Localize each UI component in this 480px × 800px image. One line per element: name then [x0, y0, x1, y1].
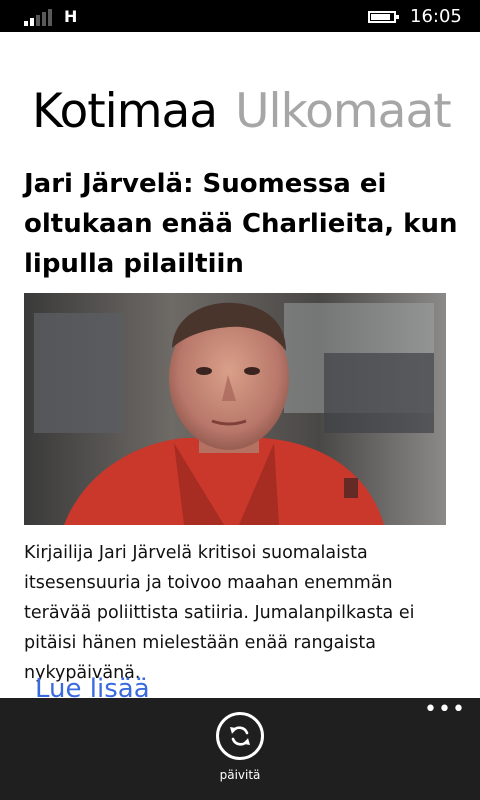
pivot-header: Kotimaa Ulkomaat: [32, 82, 469, 142]
refresh-label: päivitä: [219, 768, 261, 782]
clock: 16:05: [410, 6, 462, 27]
article-summary: Kirjailija Jari Järvelä kritisoi suomala…: [24, 543, 415, 683]
article-photo-graphic: [24, 293, 446, 525]
network-type-label: H: [64, 7, 78, 26]
signal-strength-icon: [24, 8, 54, 26]
tab-kotimaa[interactable]: Kotimaa: [32, 82, 218, 142]
more-dots-icon[interactable]: •••: [424, 699, 465, 726]
app-bar: ••• päivitä: [0, 698, 480, 800]
status-bar: H 16:05: [0, 0, 480, 32]
battery-icon: [368, 11, 399, 23]
refresh-icon: [230, 726, 250, 746]
article-photo[interactable]: [24, 293, 446, 525]
battery-level-fill: [371, 14, 390, 20]
refresh-button[interactable]: [216, 712, 264, 760]
article-headline[interactable]: Jari Järvelä: Suomessa ei oltukaan enää …: [24, 164, 464, 284]
tab-ulkomaat[interactable]: Ulkomaat: [235, 82, 452, 142]
news-app-screen: H 16:05 Kotimaa Ulkomaat Jari Järvelä: Su…: [0, 0, 480, 800]
